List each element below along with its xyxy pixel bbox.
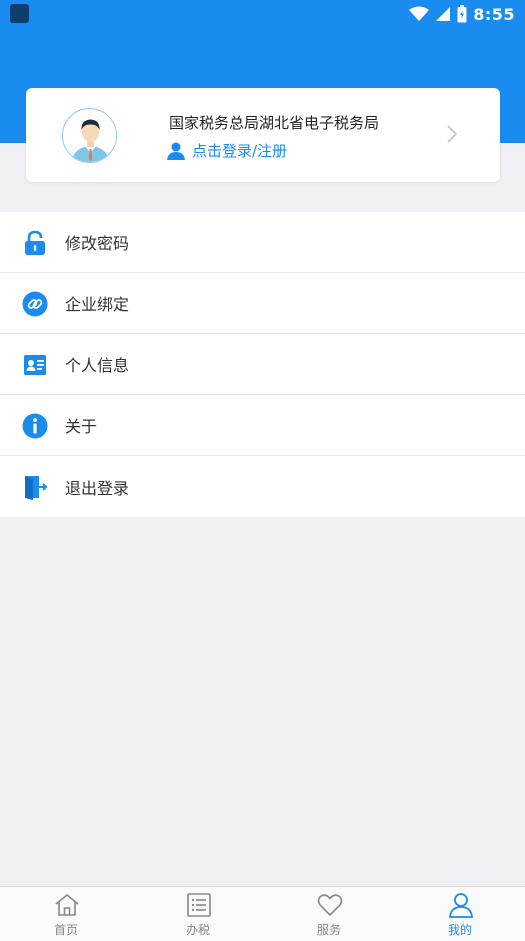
tab-home[interactable]: 首页	[26, 887, 106, 941]
menu-item-enterprise-binding[interactable]: 企业绑定	[0, 273, 525, 334]
user-icon	[449, 893, 473, 918]
menu-item-label: 退出登录	[65, 478, 130, 498]
heart-icon	[317, 894, 343, 917]
tab-service[interactable]: 服务	[289, 887, 369, 941]
person-icon	[167, 142, 185, 160]
list-icon	[187, 893, 211, 917]
tab-label: 首页	[53, 923, 78, 937]
settings-menu: 修改密码 企业绑定 个人信息 关于 退出登录	[0, 212, 525, 517]
status-bar: 8:55	[0, 0, 525, 28]
avatar[interactable]	[62, 108, 117, 163]
info-icon	[22, 413, 48, 439]
tab-label: 我的	[447, 923, 472, 937]
battery-icon	[457, 5, 467, 23]
user-avatar-icon	[63, 109, 116, 162]
status-indicators: 8:55	[409, 3, 515, 25]
logout-door-icon	[25, 476, 48, 500]
bottom-tab-bar: 首页 办税 服务 我的	[0, 886, 525, 941]
menu-item-about[interactable]: 关于	[0, 395, 525, 456]
tab-mine[interactable]: 我的	[420, 887, 500, 941]
wifi-icon	[409, 6, 430, 21]
menu-item-label: 修改密码	[65, 234, 130, 253]
notification-app-icon	[10, 4, 29, 23]
status-time: 8:55	[473, 4, 515, 24]
menu-item-label: 企业绑定	[65, 295, 130, 314]
id-card-icon	[24, 355, 46, 375]
menu-item-change-password[interactable]: 修改密码	[0, 212, 525, 273]
login-row[interactable]: 点击登录/注册	[166, 140, 287, 161]
tab-label: 服务	[316, 923, 341, 937]
link-icon	[22, 291, 48, 317]
lock-icon	[25, 230, 45, 255]
cell-signal-icon	[436, 7, 451, 21]
login-register-link[interactable]: 点击登录/注册	[192, 140, 287, 161]
home-icon	[55, 893, 79, 916]
tab-label: 办税	[185, 923, 210, 937]
tab-tax[interactable]: 办税	[158, 887, 238, 941]
menu-item-logout[interactable]: 退出登录	[0, 456, 525, 517]
menu-item-label: 个人信息	[65, 356, 130, 375]
profile-title: 国家税务总局湖北省电子税务局	[169, 114, 380, 132]
menu-item-personal-info[interactable]: 个人信息	[0, 334, 525, 395]
menu-item-label: 关于	[65, 417, 98, 436]
chevron-right-icon[interactable]	[446, 124, 458, 144]
profile-card[interactable]: 国家税务总局湖北省电子税务局 点击登录/注册	[26, 88, 500, 182]
